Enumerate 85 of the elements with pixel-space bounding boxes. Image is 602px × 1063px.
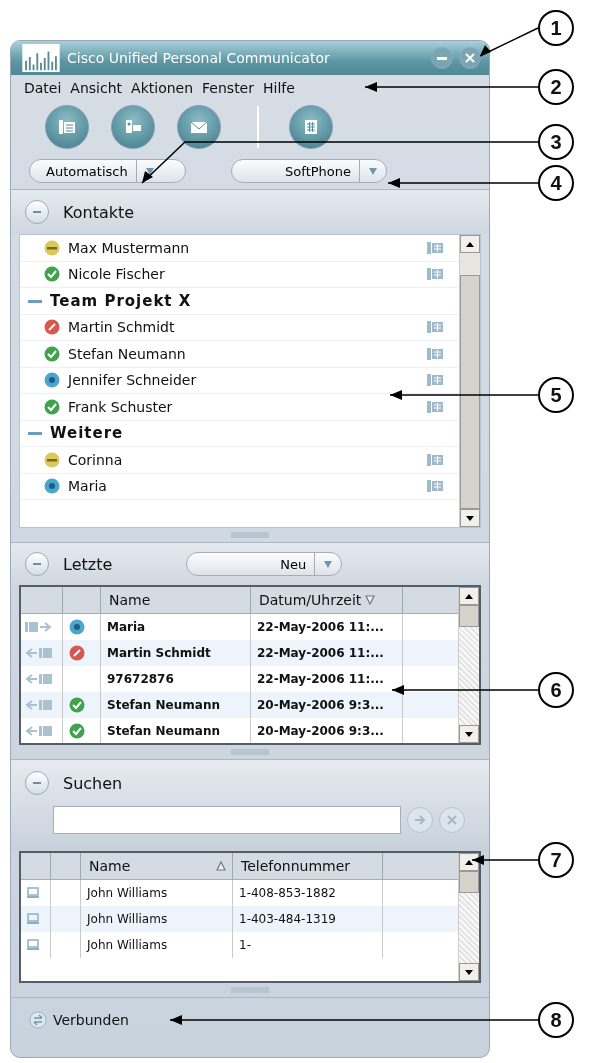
computer-icon	[27, 913, 39, 925]
callout-number: 5	[538, 377, 574, 413]
status-text: Verbunden	[53, 1012, 129, 1028]
phone-icon	[57, 117, 77, 137]
callout-number: 1	[538, 10, 574, 46]
logo-icon	[21, 44, 61, 72]
window-title: Cisco Unified Personal Communicator	[67, 50, 331, 66]
column-header[interactable]: Name	[81, 853, 233, 879]
callout-number: 2	[538, 69, 574, 105]
phone-icon[interactable]	[427, 400, 443, 413]
phone-icon[interactable]	[427, 374, 443, 387]
section-title: Kontakte	[63, 202, 135, 222]
leader-line	[479, 27, 539, 57]
computer-icon	[27, 887, 39, 899]
mail-button[interactable]	[177, 105, 221, 149]
column-header[interactable]: Name	[101, 587, 251, 613]
phone-icon[interactable]	[427, 347, 443, 360]
phone-button[interactable]	[45, 105, 89, 149]
close-button[interactable]	[459, 47, 481, 69]
close-icon	[445, 813, 459, 827]
phone-icon[interactable]	[427, 321, 443, 334]
callout-number: 8	[538, 1002, 574, 1038]
down-arrow-icon[interactable]	[466, 515, 474, 521]
section-title: Suchen	[63, 773, 123, 793]
section-title: Letzte	[63, 554, 113, 574]
table-cell: John Williams	[81, 932, 233, 958]
column-header[interactable]: Telefonnummer	[233, 853, 383, 879]
minimize-icon	[437, 56, 447, 60]
keypad-button[interactable]	[289, 105, 333, 149]
go-button[interactable]	[407, 807, 433, 833]
up-arrow-icon[interactable]	[466, 241, 474, 247]
phone-icon[interactable]	[427, 453, 443, 466]
caret-icon	[144, 166, 155, 176]
arrow-icon	[413, 813, 427, 827]
column-header[interactable]: Datum/Uhrzeit	[251, 587, 403, 613]
contact-name[interactable]: Max Mustermann	[68, 239, 419, 256]
contact-name[interactable]: Stefan Neumann	[68, 345, 419, 362]
collapse-button[interactable]	[25, 552, 49, 576]
up-arrow-icon[interactable]	[465, 859, 473, 865]
menu-item[interactable]: Datei	[24, 80, 62, 96]
search-field[interactable]	[53, 806, 401, 834]
callout-number: 3	[538, 124, 574, 160]
minimize-button[interactable]	[431, 47, 453, 69]
scrollbar[interactable]	[458, 587, 479, 743]
caret-icon	[323, 559, 334, 569]
leader-line	[471, 855, 539, 865]
caret-icon	[368, 166, 378, 176]
menu-item[interactable]: Ansicht	[70, 80, 123, 96]
phone-icon[interactable]	[427, 268, 443, 281]
up-arrow-icon[interactable]	[465, 593, 473, 599]
connection-icon	[29, 1011, 47, 1029]
contact-name[interactable]: Maria	[68, 478, 419, 495]
computer-icon	[27, 939, 39, 951]
contact-name[interactable]: Frank Schuster	[68, 398, 419, 415]
phone-icon[interactable]	[427, 480, 443, 493]
callout-number: 6	[538, 672, 574, 708]
status-dropdown[interactable]: Automatisch	[29, 159, 186, 183]
down-arrow-icon[interactable]	[465, 969, 473, 975]
menu-item[interactable]: Aktionen	[131, 80, 194, 96]
down-arrow-icon[interactable]	[465, 731, 473, 737]
menu-item[interactable]: Hilfe	[263, 80, 295, 96]
scroll-thumb[interactable]	[459, 605, 479, 627]
table-cell: 1-	[233, 932, 383, 958]
filter-dropdown[interactable]: Neu	[186, 552, 343, 576]
device-dropdown[interactable]: SoftPhone	[231, 159, 387, 183]
scrollbar[interactable]	[459, 235, 480, 527]
callout-number: 7	[538, 842, 574, 878]
contact-name[interactable]: Jennifer Schneider	[68, 372, 419, 389]
table-cell: 20-May-2006 9:3...	[251, 718, 403, 743]
collapse-button[interactable]	[25, 771, 49, 795]
video-button[interactable]	[111, 105, 155, 149]
contact-name[interactable]: Corinna	[68, 451, 419, 468]
table-cell: Stefan Neumann	[101, 718, 251, 743]
scroll-thumb[interactable]	[459, 871, 479, 893]
contact-name[interactable]: Martin Schmidt	[68, 319, 419, 336]
scrollbar[interactable]	[458, 853, 479, 981]
contact-name[interactable]: Nicole Fischer	[68, 266, 419, 283]
phone-icon[interactable]	[427, 241, 443, 254]
clear-button[interactable]	[439, 807, 465, 833]
collapse-button[interactable]	[25, 200, 49, 224]
scroll-thumb[interactable]	[460, 275, 480, 509]
group-name[interactable]: Team Projekt X	[50, 291, 192, 310]
menu-item[interactable]: Fenster	[202, 80, 254, 96]
callout-number: 4	[538, 165, 574, 201]
group-name[interactable]: Weitere	[50, 424, 124, 443]
